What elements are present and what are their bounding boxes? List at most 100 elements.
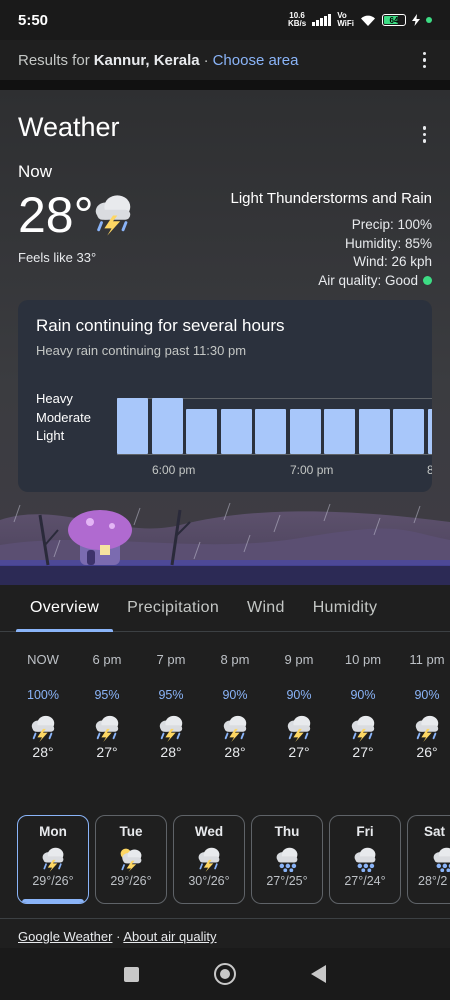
weather-card: Weather Now 28° Feels like 33° Light Thu…	[0, 90, 450, 585]
google-weather-link[interactable]: Google Weather	[18, 929, 112, 944]
day-card-mon[interactable]: Mon 29°/26°	[17, 815, 89, 904]
tab-precipitation[interactable]: Precipitation	[113, 585, 233, 631]
hour-label: 8 pm	[220, 652, 250, 667]
thunderstorm-icon	[195, 846, 223, 872]
hourly-item[interactable]: 10 pm 90% 27°	[331, 650, 395, 760]
weather-title: Weather	[18, 112, 120, 142]
day-name: Wed	[194, 824, 224, 839]
hour-precip: 90%	[222, 688, 248, 702]
hour-label: 11 pm	[409, 652, 445, 667]
rain-intensity-labels: Heavy Moderate Light	[36, 390, 91, 446]
thunderstorm-icon	[92, 714, 122, 742]
hourly-item[interactable]: 11 pm 90% 26°	[395, 650, 450, 760]
results-more-icon[interactable]	[417, 46, 433, 75]
hour-temp: 27°	[288, 744, 310, 760]
day-name: Thu	[274, 824, 300, 839]
weather-more-icon[interactable]	[417, 120, 433, 149]
day-card-tue[interactable]: Tue 29°/26°	[95, 815, 167, 904]
thunderstorm-icon	[156, 714, 186, 742]
vowifi-label: Vo WiFi	[337, 12, 354, 28]
day-card-thu[interactable]: Thu 27°/25°	[251, 815, 323, 904]
day-temps: 29°/26°	[110, 874, 152, 888]
precip-value: Precip: 100%	[351, 217, 432, 232]
thunderstorm-icon	[28, 714, 58, 742]
footer-separator: ·	[116, 929, 121, 944]
day-temps: 29°/26°	[32, 874, 74, 888]
rain-bar	[427, 409, 432, 454]
back-button[interactable]	[311, 965, 326, 983]
hour-temp: 28°	[224, 744, 246, 760]
rain-bar	[151, 398, 183, 454]
weather-details: Precip: 100% Humidity: 85% Wind: 26 kph …	[318, 216, 432, 290]
hour-label: 9 pm	[284, 652, 314, 667]
day-name: Fri	[356, 824, 374, 839]
current-temperature: 28°	[18, 187, 94, 243]
selected-day-indicator	[22, 899, 84, 903]
humidity-value: Humidity: 85%	[344, 235, 432, 251]
condition-text: Light Thunderstorms and Rain	[230, 190, 432, 207]
day-card-wed[interactable]: Wed 30°/26°	[173, 815, 245, 904]
hour-precip: 95%	[158, 688, 184, 702]
day-card-sat[interactable]: Sat 28°/2	[407, 815, 450, 904]
recents-button[interactable]	[124, 966, 139, 982]
day-name: Sat	[424, 824, 446, 839]
rain-bar	[358, 409, 390, 454]
thunderstorm-icon	[220, 714, 250, 742]
tab-humidity[interactable]: Humidity	[299, 585, 392, 631]
rain-time-label: 7:00 pm	[290, 463, 334, 477]
day-name: Tue	[119, 824, 143, 839]
tab-overview[interactable]: Overview	[16, 585, 114, 632]
rain-bar	[324, 409, 355, 454]
hour-temp: 27°	[96, 744, 118, 760]
day-name: Mon	[39, 824, 67, 839]
weather-tabs: Overview Precipitation Wind Humidity	[0, 585, 450, 632]
home-button[interactable]	[214, 963, 236, 985]
rain-chart-baseline	[117, 454, 432, 455]
air-quality-row[interactable]: Air quality: Good	[318, 272, 432, 291]
navigation-bar	[0, 948, 450, 1000]
rain-level-moderate: Moderate	[36, 409, 91, 425]
thunderstorm-icon	[348, 714, 378, 742]
status-bar: 5:50 10.6 KB/s Vo WiFi 64	[0, 0, 450, 40]
results-prefix: Results for	[18, 51, 90, 69]
air-quality-good-icon	[423, 276, 432, 286]
rain-bar	[255, 409, 286, 454]
rain-level-heavy: Heavy	[36, 391, 73, 406]
now-label: Now	[18, 162, 53, 181]
hour-precip: 100%	[27, 688, 59, 702]
day-temps: 27°/25°	[266, 874, 308, 888]
hourly-item[interactable]: 9 pm 90% 27°	[267, 650, 331, 760]
hour-precip: 90%	[414, 688, 440, 702]
rain-time-label: 6:00 pm	[152, 463, 196, 477]
wifi-icon	[361, 15, 375, 26]
rain-forecast-title: Rain continuing for several hours	[36, 316, 285, 335]
hourly-item[interactable]: 6 pm 95% 27°	[75, 650, 139, 760]
hour-temp: 28°	[160, 744, 182, 760]
air-quality-value: Air quality: Good	[318, 272, 418, 288]
thunderstorm-icon	[284, 714, 314, 742]
hourly-item[interactable]: 8 pm 90% 28°	[203, 650, 267, 760]
network-speed-unit: KB/s	[287, 19, 307, 28]
day-card-fri[interactable]: Fri 27°/24°	[329, 815, 401, 904]
rain-icon	[351, 846, 379, 872]
choose-area-link[interactable]: Choose area	[213, 52, 299, 69]
section-divider	[0, 80, 450, 90]
results-separator: ·	[203, 51, 209, 69]
day-temps: 28°/2	[418, 874, 448, 888]
battery-level: 64	[389, 15, 399, 25]
tab-wind[interactable]: Wind	[233, 585, 299, 631]
thunderstorm-rain-icon	[90, 192, 136, 236]
hourly-item[interactable]: 7 pm 95% 28°	[139, 650, 203, 760]
hour-label: 6 pm	[92, 652, 122, 667]
status-time: 5:50	[18, 11, 49, 29]
rain-intensity-bars	[117, 398, 432, 454]
rain-bar	[393, 409, 424, 454]
hour-temp: 28°	[32, 744, 54, 760]
rain-forecast-card[interactable]: Rain continuing for several hours Heavy …	[18, 300, 432, 492]
rain-level-light: Light	[36, 428, 65, 443]
about-air-quality-link[interactable]: About air quality	[123, 929, 216, 944]
rain-forecast-subtitle: Heavy rain continuing past 11:30 pm	[36, 343, 247, 358]
rain-bar	[117, 398, 148, 454]
hour-label: 10 pm	[344, 652, 382, 667]
hourly-item[interactable]: NOW 100% 28°	[11, 650, 75, 760]
